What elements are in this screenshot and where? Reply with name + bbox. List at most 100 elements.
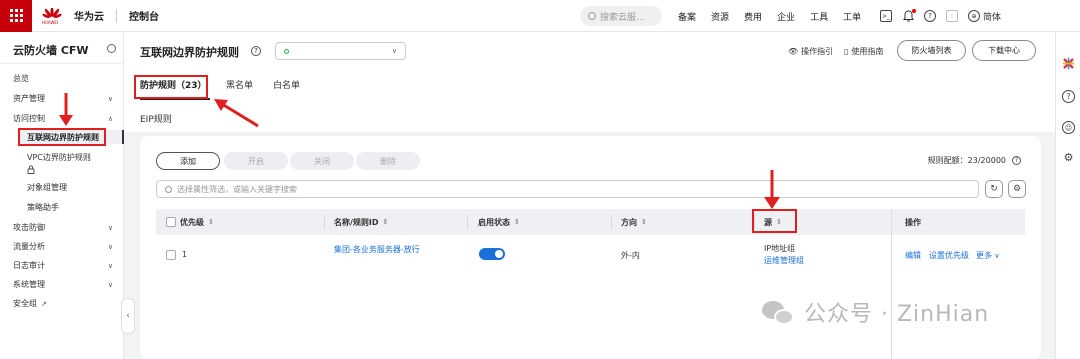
sidebar-item-label: 安全组 [13, 299, 37, 308]
column-divider [611, 215, 612, 229]
sidebar-item-security-group[interactable]: 安全组 ↗ [13, 298, 113, 309]
user-guide-link[interactable]: ▯ 使用指南 [844, 46, 883, 57]
filter-search-input[interactable]: 选择属性筛选，或输入关键字搜索 [156, 180, 979, 198]
annotation-arrow-down-icon [59, 93, 73, 126]
col-direction[interactable]: 方向 ⇕ [621, 209, 647, 235]
priority-value: 1 [182, 250, 188, 259]
terminal-icon[interactable]: >_ [880, 10, 892, 22]
more-dropdown[interactable]: 更多 ∨ [976, 250, 1000, 261]
sort-icon[interactable]: ⇕ [514, 218, 520, 226]
search-placeholder: 搜索云服... [600, 12, 645, 23]
sidebar-item-object-group[interactable]: 对象组管理 [27, 182, 67, 193]
firewall-list-button[interactable]: 防火墙列表 [897, 40, 966, 61]
sort-icon[interactable]: ⇕ [641, 218, 647, 226]
annotation-box [18, 128, 106, 146]
sort-icon[interactable]: ⇕ [383, 218, 389, 226]
chevron-down-icon: ∨ [391, 47, 397, 55]
help-icon[interactable]: ? [924, 10, 936, 22]
help-icon[interactable]: ? [251, 46, 261, 56]
language-switcher[interactable]: ⊕ 简体 [968, 10, 1001, 23]
nav-ticket[interactable]: 工单 [843, 10, 861, 23]
download-center-button[interactable]: 下载中心 [972, 40, 1036, 61]
help-icon[interactable]: ? [1062, 90, 1075, 103]
chevron-down-icon: ∨ [107, 223, 113, 232]
wechat-logo-icon [762, 297, 796, 327]
section-label: EIP规则 [140, 115, 172, 125]
operation-guide-link[interactable]: 👁 操作指引 [788, 46, 833, 57]
huawei-logo[interactable]: HUAWEI 华为云 [42, 6, 104, 25]
collapse-sidebar-button[interactable]: ‹ [121, 298, 135, 334]
lock-icon [27, 165, 35, 174]
more-label: 更多 [976, 251, 992, 260]
gear-icon[interactable]: ⚙ [1062, 151, 1075, 164]
watermark-text: 公众号 · ZinHian [804, 302, 990, 327]
nav-enterprise[interactable]: 企业 [777, 10, 795, 23]
sidebar-item-policy-assistant[interactable]: 策略助手 [27, 202, 59, 213]
col-priority[interactable]: 优先级 ⇕ [166, 209, 214, 235]
search-icon[interactable] [107, 44, 116, 53]
status-dot-icon [284, 48, 289, 54]
link-label: 使用指南 [851, 47, 884, 56]
chevron-up-icon: ∧ [107, 114, 113, 123]
source-value-link[interactable]: 运维管理组 [764, 255, 804, 266]
nav-beian[interactable]: 备案 [678, 10, 696, 23]
bell-icon[interactable] [902, 9, 916, 22]
sidebar-item-log-audit[interactable]: 日志审计 ∨ [13, 260, 113, 271]
language-label: 简体 [983, 12, 1002, 23]
firewall-select[interactable]: ∨ [275, 42, 406, 60]
col-status[interactable]: 启用状态 ⇕ [478, 209, 520, 235]
sidebar-item-label: VPC边界防护规则 [27, 153, 91, 162]
annotation-box [134, 75, 208, 99]
direction-value: 外-内 [621, 251, 640, 260]
edit-link[interactable]: 编辑 [905, 250, 921, 261]
row-checkbox[interactable] [166, 250, 176, 260]
sidebar-item-attack-defense[interactable]: 攻击防御 ∨ [13, 222, 113, 233]
sidebar-item-traffic-analysis[interactable]: 流量分析 ∨ [13, 241, 113, 252]
divider [0, 63, 124, 64]
app-grid-icon[interactable] [0, 0, 32, 32]
rule-quota: 规则配额：23/20000 ? [928, 155, 1021, 166]
nav-billing[interactable]: 费用 [744, 10, 762, 23]
column-divider [891, 209, 892, 359]
sidebar-item-system-management[interactable]: 系统管理 ∨ [13, 279, 113, 290]
sidebar-item-vpc-boundary[interactable]: VPC边界防护规则 [27, 152, 91, 174]
search-icon [588, 12, 596, 20]
sidebar-item-label: 对象组管理 [27, 183, 67, 192]
sidebar-item-label: 攻击防御 [13, 223, 45, 232]
col-name[interactable]: 名称/规则ID ⇕ [334, 209, 388, 235]
column-divider [467, 215, 468, 229]
brand-mark-text: HUAWEI [42, 19, 59, 25]
settings-button[interactable]: ⚙ [1008, 180, 1026, 198]
add-rule-button[interactable]: 添加 [156, 152, 220, 170]
smile-icon[interactable]: ☺ [1062, 121, 1075, 134]
feedback-icon[interactable]: ! [946, 10, 958, 22]
rule-name-link[interactable]: 集团-各业务服务器-放行 [334, 244, 420, 255]
disable-button[interactable]: 关闭 [290, 152, 354, 170]
chevron-down-icon: ∨ [107, 242, 113, 251]
gear-icon: ⚙ [1012, 184, 1022, 194]
huawei-petal-icon [42, 6, 62, 18]
tab-whitelist[interactable]: 白名单 [273, 78, 300, 91]
notification-dot [912, 9, 916, 13]
nav-resources[interactable]: 资源 [711, 10, 729, 23]
refresh-button[interactable]: ↻ [985, 180, 1003, 198]
ai-assistant-icon[interactable] [1062, 57, 1075, 70]
tab-blacklist[interactable]: 黑名单 [226, 78, 253, 91]
nav-tools[interactable]: 工具 [810, 10, 828, 23]
sidebar-item-label: 总览 [13, 74, 29, 83]
sidebar-item-overview[interactable]: 总览 [13, 73, 113, 84]
console-title[interactable]: 控制台 [129, 8, 159, 23]
enable-button[interactable]: 开启 [224, 152, 288, 170]
enable-toggle[interactable] [479, 248, 505, 260]
set-priority-link[interactable]: 设置优先级 [929, 250, 969, 261]
global-search-input[interactable]: 搜索云服... [580, 6, 662, 26]
top-icons: >_ ? ! ⊕ 简体 [880, 0, 1001, 32]
delete-button[interactable]: 删除 [356, 152, 420, 170]
link-label: 操作指引 [801, 47, 834, 56]
sort-icon[interactable]: ⇕ [208, 218, 214, 226]
help-icon[interactable]: ? [1012, 156, 1021, 165]
search-icon [165, 185, 172, 193]
top-nav: 备案 资源 费用 企业 工具 工单 [678, 0, 861, 32]
select-all-checkbox[interactable] [166, 217, 176, 227]
page-header: 互联网边界防护规则 ? ∨ 👁 操作指引 ▯ 使用指南 防火墙列表 下载中心 防… [124, 32, 1055, 132]
